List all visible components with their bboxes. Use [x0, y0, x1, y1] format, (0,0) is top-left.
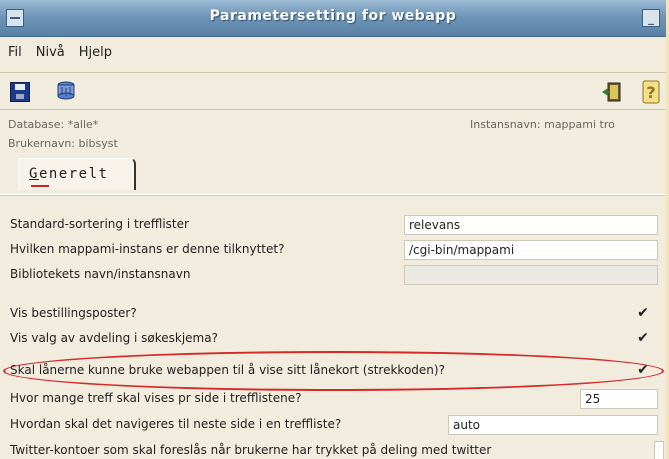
department-choice-label: Vis valg av avdeling i søkeskjema?: [10, 331, 218, 345]
show-orders-label: Vis bestillingsposter?: [10, 306, 137, 320]
row-library-card: Skal lånerne kunne bruke webappen til å …: [0, 359, 666, 383]
twitter-accounts-label: Twitter-kontoer som skal foreslås når br…: [10, 443, 492, 457]
library-name-label: Bibliotekets navn/instansnavn: [10, 267, 191, 281]
row-mappami-instance: Hvilken mappami-instans er denne tilknyt…: [0, 238, 666, 262]
library-card-label: Skal lånerne kunne bruke webappen til å …: [10, 363, 445, 377]
menu-item-fil[interactable]: Fil: [8, 45, 22, 60]
department-choice-checkbox[interactable]: ✔: [636, 331, 650, 345]
mappami-instance-input[interactable]: /cgi-bin/mappami: [404, 240, 658, 260]
default-sort-label: Standard-sortering i trefflister: [10, 217, 189, 231]
save-icon[interactable]: [10, 82, 30, 102]
row-default-sort: Standard-sortering i trefflister relevan…: [0, 213, 666, 237]
mappami-instance-label: Hvilken mappami-instans er denne tilknyt…: [10, 242, 285, 256]
user-label: Brukernavn: bibsyst: [8, 137, 118, 150]
title-bar[interactable]: Parametersetting for webapp _: [0, 0, 666, 37]
menu-item-hjelp[interactable]: Hjelp: [79, 45, 112, 60]
instance-label: Instansnavn: mappami tro: [470, 118, 615, 131]
row-twitter-accounts: Twitter-kontoer som skal foreslås når br…: [0, 439, 666, 459]
row-department-choice: Vis valg av avdeling i søkeskjema? ✔: [0, 327, 666, 351]
twitter-accounts-input[interactable]: [654, 441, 664, 459]
tab-generelt-label: Generelt: [29, 166, 109, 182]
toolbar: ?: [0, 72, 666, 110]
help-icon[interactable]: ?: [640, 79, 662, 105]
row-hits-per-page: Hvor mange treff skal vises pr side i tr…: [0, 387, 666, 411]
row-navigation: Hvordan skal det navigeres til neste sid…: [0, 413, 666, 437]
hits-per-page-input[interactable]: 25: [580, 389, 658, 409]
database-icon[interactable]: [56, 81, 76, 101]
database-label: Database: *alle*: [8, 118, 99, 131]
tab-generelt[interactable]: Generelt: [18, 158, 136, 190]
hits-per-page-label: Hvor mange treff skal vises pr side i tr…: [10, 391, 302, 405]
minimize-icon[interactable]: _: [642, 9, 660, 27]
tab-accent-mark: [31, 185, 49, 187]
navigation-label: Hvordan skal det navigeres til neste sid…: [10, 417, 342, 431]
menu-bar: Fil Nivå Hjelp: [0, 38, 666, 66]
window-title: Parametersetting for webapp: [209, 8, 457, 24]
settings-panel: Standard-sortering i trefflister relevan…: [0, 194, 666, 459]
row-library-name: Bibliotekets navn/instansnavn: [0, 263, 666, 287]
navigation-input[interactable]: auto: [448, 415, 658, 435]
app-window: Parametersetting for webapp _ Fil Nivå H…: [0, 0, 666, 459]
library-card-checkbox[interactable]: ✔: [636, 363, 650, 377]
exit-door-icon[interactable]: [600, 81, 622, 103]
default-sort-input[interactable]: relevans: [404, 215, 658, 235]
library-name-input[interactable]: [404, 265, 658, 285]
svg-text:?: ?: [646, 83, 655, 102]
show-orders-checkbox[interactable]: ✔: [636, 306, 650, 320]
menu-item-niva[interactable]: Nivå: [36, 45, 65, 60]
row-show-orders: Vis bestillingsposter? ✔: [0, 302, 666, 326]
